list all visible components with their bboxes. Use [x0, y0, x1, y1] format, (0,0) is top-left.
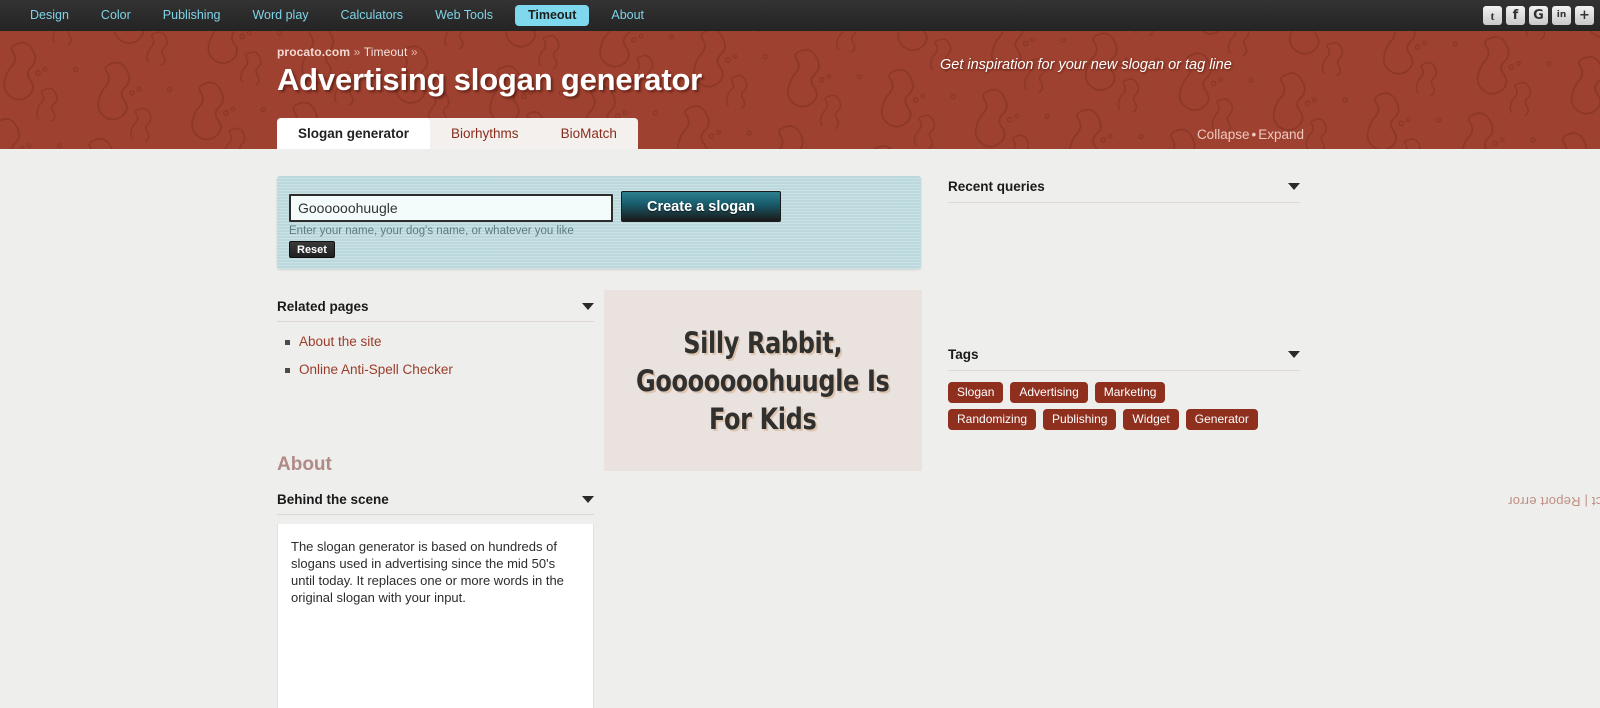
tags-section: Tags Slogan Advertising Marketing Randomizi…: [948, 347, 1300, 430]
side-contact-tab: Contact | Report error: [1508, 494, 1600, 509]
breadcrumb-separator-2: »: [410, 45, 418, 59]
breadcrumb-site[interactable]: procato.com: [277, 45, 350, 59]
tab-biomatch[interactable]: BioMatch: [539, 118, 638, 149]
tags-header[interactable]: Tags: [948, 347, 1300, 371]
top-navigation-bar: Design Color Publishing Word play Calculator…: [0, 0, 1600, 31]
google-icon[interactable]: G: [1529, 6, 1548, 25]
nav-item-web-tools[interactable]: Web Tools: [419, 0, 509, 31]
tab-biorhythms[interactable]: Biorhythms: [430, 118, 540, 149]
page-tagline: Get inspiration for your new slogan or t…: [940, 57, 1232, 73]
nav-item-about[interactable]: About: [595, 0, 660, 31]
twitter-icon[interactable]: t: [1483, 6, 1502, 25]
breadcrumb-separator-1: »: [353, 45, 361, 59]
contact-link[interactable]: Contact: [1592, 494, 1600, 509]
nav-item-publishing[interactable]: Publishing: [147, 0, 237, 31]
slogan-line-3: For Kids: [709, 401, 817, 436]
expand-link[interactable]: Expand: [1258, 127, 1304, 142]
tab-slogan-generator[interactable]: Slogan generator: [277, 118, 431, 149]
about-body-text: The slogan generator is based on hundred…: [277, 524, 594, 708]
page-banner: procato.com » Timeout » Advertising slog…: [0, 31, 1600, 149]
nav-item-calculators[interactable]: Calculators: [325, 0, 420, 31]
chevron-down-icon[interactable]: [582, 303, 594, 310]
create-slogan-button[interactable]: Create a slogan: [621, 191, 781, 222]
recent-queries-list: [948, 203, 1300, 273]
top-nav-links: Design Color Publishing Word play Calculator…: [14, 0, 660, 31]
tag-randomizing[interactable]: Randomizing: [948, 409, 1037, 430]
slogan-result-text: Silly Rabbit, Gooooooohuugle Is For Kids: [629, 324, 897, 438]
slogan-result-panel: Silly Rabbit, Gooooooohuugle Is For Kids: [604, 290, 922, 471]
right-sidebar: Recent queries Tags Slogan Advertising Mar…: [948, 179, 1300, 430]
tag-list: Slogan Advertising Marketing Randomizing Pub…: [948, 382, 1258, 430]
collapse-link[interactable]: Collapse: [1197, 127, 1250, 142]
list-item: About the site: [285, 334, 594, 349]
side-tab-divider: |: [1584, 494, 1588, 509]
related-pages-title: Related pages: [277, 299, 369, 314]
report-error-link[interactable]: Report error: [1508, 494, 1580, 509]
list-item: Online Anti-Spell Checker: [285, 362, 594, 377]
breadcrumb: procato.com » Timeout »: [277, 31, 1600, 59]
slogan-input[interactable]: [289, 194, 613, 222]
behind-the-scene-header[interactable]: Behind the scene: [277, 492, 594, 515]
linkedin-icon[interactable]: in: [1552, 6, 1571, 25]
chevron-down-icon[interactable]: [582, 496, 594, 503]
related-page-link[interactable]: Online Anti-Spell Checker: [299, 362, 453, 377]
tab-bar: Slogan generator Biorhythms BioMatch: [277, 118, 638, 149]
related-pages-list: About the site Online Anti-Spell Checker: [277, 334, 594, 377]
share-plus-icon[interactable]: +: [1575, 6, 1594, 25]
tag-marketing[interactable]: Marketing: [1094, 382, 1166, 403]
nav-item-timeout[interactable]: Timeout: [514, 5, 590, 26]
tag-publishing[interactable]: Publishing: [1043, 409, 1117, 430]
tag-advertising[interactable]: Advertising: [1010, 382, 1088, 403]
slogan-form-panel: Create a slogan Enter your name, your do…: [277, 176, 921, 269]
chevron-down-icon[interactable]: [1288, 351, 1300, 358]
tags-title: Tags: [948, 347, 979, 362]
facebook-icon[interactable]: f: [1506, 6, 1525, 25]
behind-the-scene-title: Behind the scene: [277, 492, 389, 507]
related-page-link[interactable]: About the site: [299, 334, 382, 349]
social-icon-group: t f Gin +: [1483, 0, 1594, 31]
reset-button[interactable]: Reset: [289, 241, 335, 258]
input-hint-text: Enter your name, your dog's name, or wha…: [289, 225, 574, 237]
tag-slogan[interactable]: Slogan: [948, 382, 1004, 403]
page-title: Advertising slogan generator: [277, 62, 703, 97]
nav-item-color[interactable]: Color: [85, 0, 147, 31]
recent-queries-title: Recent queries: [948, 179, 1045, 194]
collapse-expand-controls: Collapse • Expand: [1197, 127, 1304, 142]
related-pages-section: Related pages About the site Online Anti-…: [277, 299, 594, 390]
nav-item-design[interactable]: Design: [14, 0, 85, 31]
behind-the-scene-section: Behind the scene: [277, 492, 594, 515]
chevron-down-icon[interactable]: [1288, 183, 1300, 190]
about-heading: About: [277, 454, 332, 475]
breadcrumb-section[interactable]: Timeout: [364, 45, 408, 59]
slogan-line-2: Gooooooohuugle Is: [636, 363, 890, 398]
tag-generator[interactable]: Generator: [1185, 409, 1258, 430]
nav-item-word-play[interactable]: Word play: [236, 0, 324, 31]
related-pages-header[interactable]: Related pages: [277, 299, 594, 322]
collapse-expand-separator: •: [1251, 127, 1257, 142]
recent-queries-header[interactable]: Recent queries: [948, 179, 1300, 203]
slogan-line-1: Silly Rabbit,: [683, 325, 843, 360]
main-content: Create a slogan Enter your name, your do…: [0, 149, 1600, 708]
tag-widget[interactable]: Widget: [1123, 409, 1179, 430]
